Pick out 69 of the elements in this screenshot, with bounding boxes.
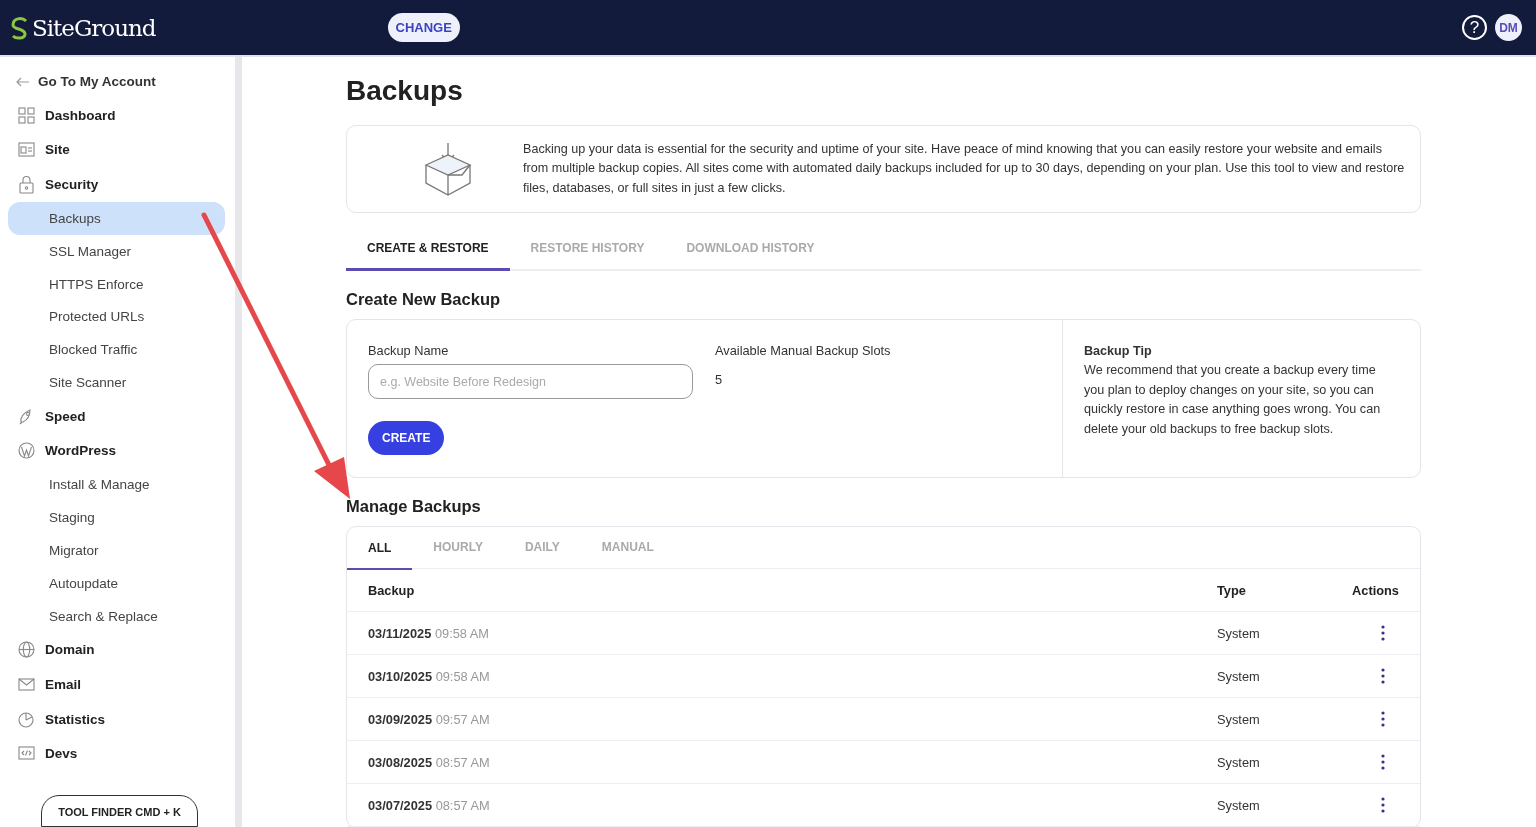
backup-date: 03/08/2025: [368, 754, 433, 770]
pie-chart-icon: [17, 709, 36, 729]
sidebar-subitem[interactable]: Blocked Traffic: [8, 333, 225, 367]
tool-finder-button[interactable]: TOOL FINDER CMD + K: [41, 795, 198, 827]
column-header: Type: [1196, 569, 1328, 612]
filter-tab[interactable]: ALL: [347, 527, 413, 570]
sidebar-item[interactable]: Site: [8, 132, 225, 168]
page-title: Backups: [346, 75, 464, 107]
create-button[interactable]: CREATE: [368, 421, 445, 455]
sidebar-subitem[interactable]: Autoupdate: [8, 566, 225, 600]
sidebar-item[interactable]: Speed: [8, 399, 225, 434]
backup-time: 08:57 AM: [435, 754, 490, 770]
sidebar-item[interactable]: Email: [8, 667, 225, 702]
more-options-icon[interactable]: [1381, 625, 1385, 641]
help-button[interactable]: ?: [1462, 15, 1487, 40]
input-field[interactable]: e.g. Website Before Redesign: [368, 364, 693, 399]
backup-time: 09:57 AM: [435, 711, 490, 727]
backup-date: 03/07/2025: [368, 797, 433, 813]
grid-icon: [17, 105, 36, 125]
sidebar-subitem[interactable]: Search & Replace: [8, 599, 225, 633]
sidebar-subitem[interactable]: Migrator: [8, 534, 225, 567]
logo-text: SiteGround: [32, 14, 156, 41]
more-options-icon[interactable]: [1381, 754, 1385, 770]
tab[interactable]: CREATE & RESTORE: [346, 229, 510, 271]
sidebar-subitem[interactable]: Staging: [8, 501, 225, 534]
field-label: Backup Name: [368, 343, 450, 358]
sidebar-subitem[interactable]: Protected URLs: [8, 300, 225, 334]
table-cell: System: [1196, 740, 1328, 784]
back-link[interactable]: Go To My Account: [8, 65, 225, 99]
section-title: Manage Backups: [346, 497, 482, 516]
sidebar-item[interactable]: Security: [8, 167, 225, 202]
section-title: Create New Backup: [346, 290, 502, 309]
backup-date: 03/10/2025: [368, 668, 433, 684]
sidebar-item[interactable]: Devs: [8, 736, 225, 771]
field-label: Available Manual Backup Slots: [715, 343, 891, 358]
sidebar-item[interactable]: WordPress: [8, 433, 225, 469]
table-cell: System: [1196, 697, 1328, 741]
sidebar-subitem[interactable]: Install & Manage: [8, 468, 225, 502]
intro-text: Backing up your data is essential for the security and uptime of your site. Have peace of mind knowing that you can easily restore your website and emails from multiple backup copies. All sites come with automated daily backups included for up to 30 days, depending on your plan. Use this tool to view and restore files, databases, or full sites in just a few clicks.: [523, 140, 1406, 197]
table-cell: System: [1196, 654, 1328, 698]
backup-time: 09:58 AM: [435, 668, 490, 684]
more-options-icon[interactable]: [1381, 668, 1385, 684]
back-arrow-icon: [16, 76, 30, 87]
table-cell: System: [1196, 783, 1328, 827]
more-options-icon[interactable]: [1381, 711, 1385, 727]
tip-text: We recommend that you create a backup every time you plan to deploy changes on your site, so you can quickly restore in case anything goes wrong. You can delete your old backups to free backup slots.: [1084, 362, 1382, 438]
lock-icon: [17, 175, 36, 195]
sidebar-subitem[interactable]: Backups: [8, 201, 225, 235]
backup-date: 03/09/2025: [368, 711, 433, 727]
sidebar-item[interactable]: Dashboard: [8, 98, 225, 133]
sidebar-subitem[interactable]: SSL Manager: [8, 234, 225, 268]
backup-date: 03/11/2025: [368, 625, 432, 641]
column-header: Backup: [347, 569, 1196, 612]
table-cell: System: [1196, 611, 1328, 655]
avatar[interactable]: DM: [1495, 14, 1522, 41]
layout-icon: [17, 140, 36, 160]
sidebar-subitem[interactable]: HTTPS Enforce: [8, 267, 225, 301]
globe-icon: [17, 640, 36, 660]
change-button[interactable]: CHANGE: [387, 13, 460, 42]
sidebar-item[interactable]: Domain: [8, 632, 225, 668]
more-options-icon[interactable]: [1381, 797, 1385, 813]
column-header: Actions: [1328, 569, 1420, 612]
backup-time: 09:58 AM: [434, 625, 489, 641]
backup-time: 08:57 AM: [435, 797, 490, 813]
slots-value: 5: [715, 372, 724, 387]
wordpress-icon: [17, 441, 36, 461]
sidebar-item[interactable]: Statistics: [8, 701, 225, 737]
sidebar-subitem[interactable]: Site Scanner: [8, 366, 225, 400]
tip-title: Backup Tip: [1084, 343, 1153, 359]
